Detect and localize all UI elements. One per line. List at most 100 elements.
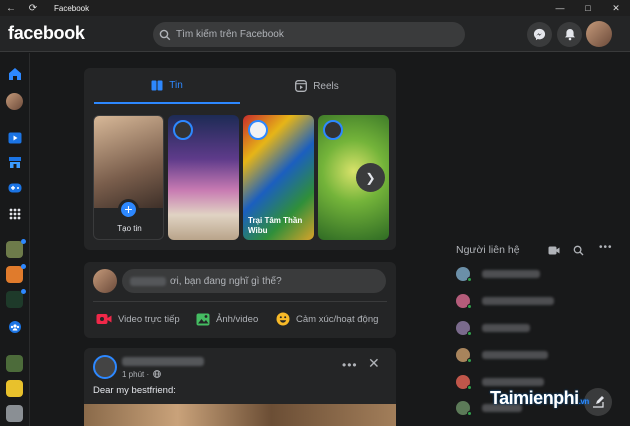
online-indicator xyxy=(467,358,472,363)
group-shortcut-3[interactable] xyxy=(6,291,23,308)
contacts-title: Người liên hệ xyxy=(456,244,520,256)
watermark-brand: Taimienphi xyxy=(490,388,579,408)
photo-icon xyxy=(196,313,210,325)
messenger-icon xyxy=(533,28,546,41)
post-image[interactable] xyxy=(84,404,396,426)
composer-input[interactable]: ơi, bạn đang nghĩ gì thế? xyxy=(122,269,386,293)
window-title: Facebook xyxy=(54,3,90,13)
tab-reels[interactable]: Reels xyxy=(244,68,390,104)
contact-name-blurred xyxy=(482,378,544,386)
tab-reels-label: Reels xyxy=(313,80,339,92)
story-card[interactable] xyxy=(168,115,239,240)
compose-icon xyxy=(593,396,604,408)
contact-item[interactable] xyxy=(456,291,606,311)
search-icon xyxy=(159,29,171,40)
post-author-avatar[interactable] xyxy=(93,355,117,379)
contact-name-blurred xyxy=(482,351,548,359)
tab-news[interactable]: Tin xyxy=(94,68,240,104)
more-options-icon[interactable]: ••• xyxy=(342,358,358,372)
unread-dot xyxy=(21,289,26,294)
reels-icon xyxy=(295,80,308,92)
contact-avatar xyxy=(456,348,472,363)
blurred-username xyxy=(130,276,166,286)
search-input[interactable] xyxy=(176,29,456,40)
live-video-button[interactable]: Video trực tiếp xyxy=(96,308,180,330)
contact-avatar xyxy=(456,294,472,309)
online-indicator xyxy=(467,331,472,336)
chevron-right-icon: ❯ xyxy=(365,170,376,185)
online-indicator xyxy=(467,304,472,309)
close-icon[interactable]: ✕ xyxy=(368,355,380,372)
top-header: facebook xyxy=(0,16,630,52)
contact-name-blurred xyxy=(482,297,554,305)
story-avatar xyxy=(248,120,268,140)
story-avatar xyxy=(173,120,193,140)
story-card[interactable]: Trại Tâm Thần Wibu xyxy=(243,115,314,240)
contact-avatar xyxy=(456,401,472,416)
online-indicator xyxy=(467,385,472,390)
gaming-icon[interactable] xyxy=(6,179,23,196)
group-shortcut-2[interactable] xyxy=(6,266,23,283)
online-indicator xyxy=(467,411,472,416)
messenger-button[interactable] xyxy=(527,22,552,47)
create-story-photo xyxy=(94,116,163,208)
book-icon xyxy=(151,80,163,90)
search-box[interactable] xyxy=(153,22,465,47)
groups-icon[interactable] xyxy=(6,318,23,335)
photo-video-label: Ảnh/video xyxy=(216,313,259,325)
close-window-icon[interactable]: ✕ xyxy=(602,0,630,16)
blurred-author-name xyxy=(122,357,204,366)
contact-name-blurred xyxy=(482,270,540,278)
marketplace-icon[interactable] xyxy=(6,154,23,171)
group-shortcut-6[interactable] xyxy=(6,405,23,422)
contact-avatar xyxy=(456,267,472,282)
live-video-label: Video trực tiếp xyxy=(118,313,180,325)
contact-item[interactable] xyxy=(456,264,606,284)
contact-avatar xyxy=(456,321,472,336)
refresh-icon[interactable]: ⟳ xyxy=(22,0,44,16)
window-controls: — □ ✕ xyxy=(546,0,630,16)
feeling-button[interactable]: Cảm xúc/hoạt động xyxy=(276,308,378,330)
left-shortcut-bar xyxy=(0,53,30,426)
contacts-more-icon[interactable]: ••• xyxy=(599,242,613,253)
create-story-card[interactable]: + Tạo tin xyxy=(93,115,164,240)
profile-avatar[interactable] xyxy=(586,21,612,47)
plus-icon[interactable]: + xyxy=(118,199,139,220)
globe-icon xyxy=(153,370,162,378)
composer-prompt: ơi, bạn đang nghĩ gì thế? xyxy=(170,275,282,287)
bell-icon xyxy=(564,29,575,41)
post-meta: 1 phút · xyxy=(122,370,162,379)
facebook-logo[interactable]: facebook xyxy=(8,23,85,44)
story-name: Trại Tâm Thần Wibu xyxy=(248,216,303,235)
menu-grid-icon[interactable] xyxy=(6,205,23,222)
back-arrow-icon[interactable]: ← xyxy=(0,0,22,16)
online-indicator xyxy=(467,277,472,282)
composer-avatar[interactable] xyxy=(93,269,117,293)
maximize-icon[interactable]: □ xyxy=(574,0,602,16)
group-shortcut-5[interactable] xyxy=(6,380,23,397)
contact-item[interactable] xyxy=(456,345,606,365)
story-avatar xyxy=(323,120,343,140)
video-call-icon[interactable] xyxy=(548,246,560,255)
stories-card: Tin Reels + Tạo tin Trại Tâm Thần Wibu ❯ xyxy=(84,68,396,250)
stories-next-button[interactable]: ❯ xyxy=(356,163,385,192)
smiley-icon xyxy=(276,312,290,326)
home-icon[interactable] xyxy=(6,65,23,82)
group-shortcut-4[interactable] xyxy=(6,355,23,372)
contact-item[interactable] xyxy=(456,318,606,338)
unread-dot xyxy=(21,239,26,244)
composer-divider xyxy=(93,301,387,302)
group-shortcut-1[interactable] xyxy=(6,241,23,258)
notifications-button[interactable] xyxy=(557,22,582,47)
tab-news-label: Tin xyxy=(169,79,183,91)
watch-icon[interactable] xyxy=(6,129,23,146)
user-avatar-shortcut[interactable] xyxy=(6,93,23,110)
watermark-suffix: .vn xyxy=(578,397,590,406)
post-time[interactable]: 1 phút · xyxy=(122,370,149,379)
contact-name-blurred xyxy=(482,324,530,332)
contacts-search-icon[interactable] xyxy=(573,245,584,256)
post-composer: ơi, bạn đang nghĩ gì thế? Video trực tiế… xyxy=(84,262,396,338)
minimize-icon[interactable]: — xyxy=(546,0,574,16)
watermark-logo: Taimienphi.vn xyxy=(490,388,589,409)
photo-video-button[interactable]: Ảnh/video xyxy=(196,308,258,330)
